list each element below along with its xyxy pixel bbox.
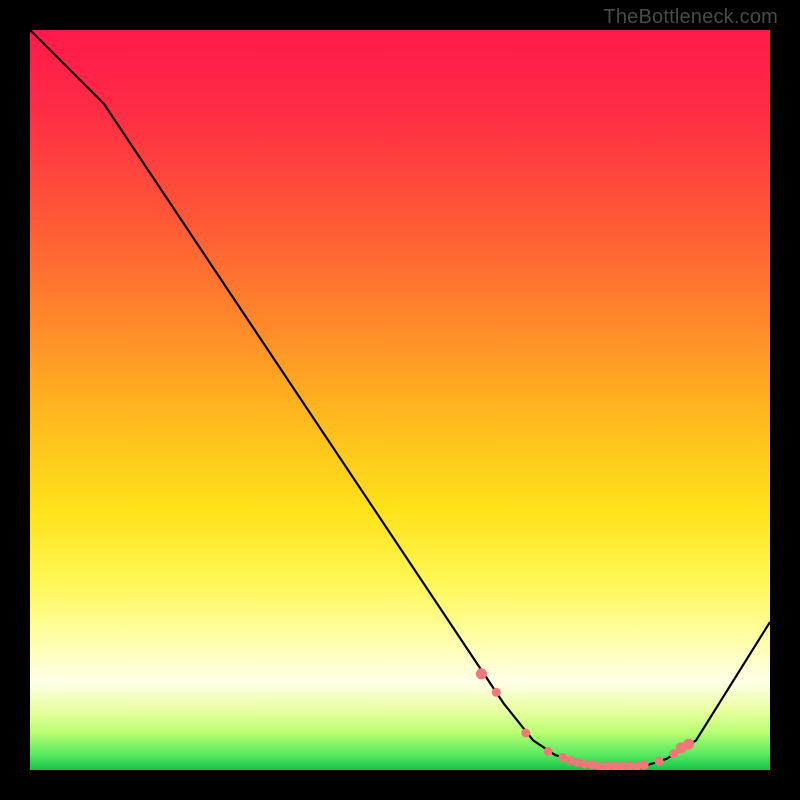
- chart-svg: [30, 30, 770, 770]
- marker-point: [655, 757, 664, 766]
- marker-point: [640, 760, 649, 769]
- marker-point: [492, 688, 501, 697]
- marker-point: [521, 729, 530, 738]
- main-curve-line: [30, 30, 770, 766]
- marker-point: [544, 747, 553, 756]
- marker-point: [588, 760, 597, 769]
- marker-point: [683, 739, 694, 750]
- watermark-text: TheBottleneck.com: [603, 6, 778, 29]
- highlight-markers: [476, 668, 694, 770]
- plot-area: [30, 30, 770, 770]
- marker-point: [573, 758, 582, 767]
- marker-point: [476, 668, 487, 679]
